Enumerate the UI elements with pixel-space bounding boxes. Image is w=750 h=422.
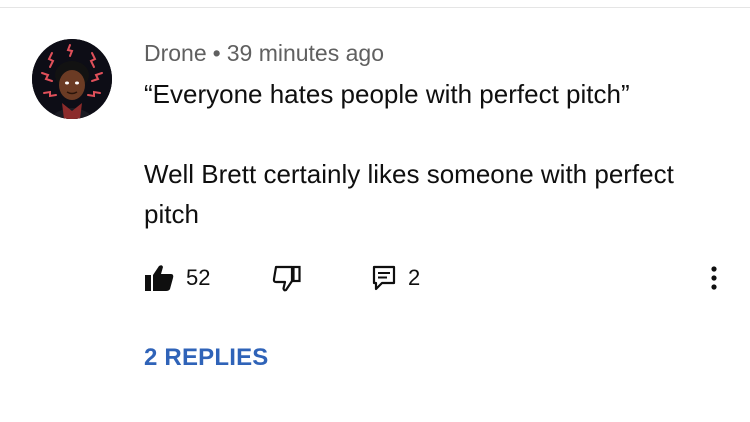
comment-icon: [372, 265, 396, 291]
avatar-image: [32, 39, 112, 119]
top-divider: [0, 7, 750, 8]
like-count: 52: [186, 265, 211, 290]
author-name[interactable]: Drone: [144, 40, 207, 66]
comment-actions: 52 2: [144, 258, 734, 298]
avatar[interactable]: [32, 39, 112, 119]
comment-text: “Everyone hates people with perfect pitc…: [144, 79, 674, 229]
meta-separator: •: [212, 40, 221, 66]
reply-count: 2: [408, 265, 421, 290]
like-button[interactable]: 52: [144, 258, 210, 298]
view-replies-link[interactable]: 2 REPLIES: [144, 344, 269, 372]
comment-body: Drone • 39 minutes ago “Everyone hates peo…: [144, 36, 734, 234]
comment-time[interactable]: 39 minutes ago: [227, 40, 384, 66]
more-vertical-icon: [711, 266, 717, 290]
thumbs-up-icon: [145, 265, 174, 291]
dislike-button[interactable]: [272, 258, 302, 298]
more-options-button[interactable]: [700, 258, 728, 298]
comment-meta: Drone • 39 minutes ago: [144, 36, 734, 70]
reply-button[interactable]: 2: [372, 258, 420, 298]
thumbs-down-icon: [272, 265, 301, 292]
